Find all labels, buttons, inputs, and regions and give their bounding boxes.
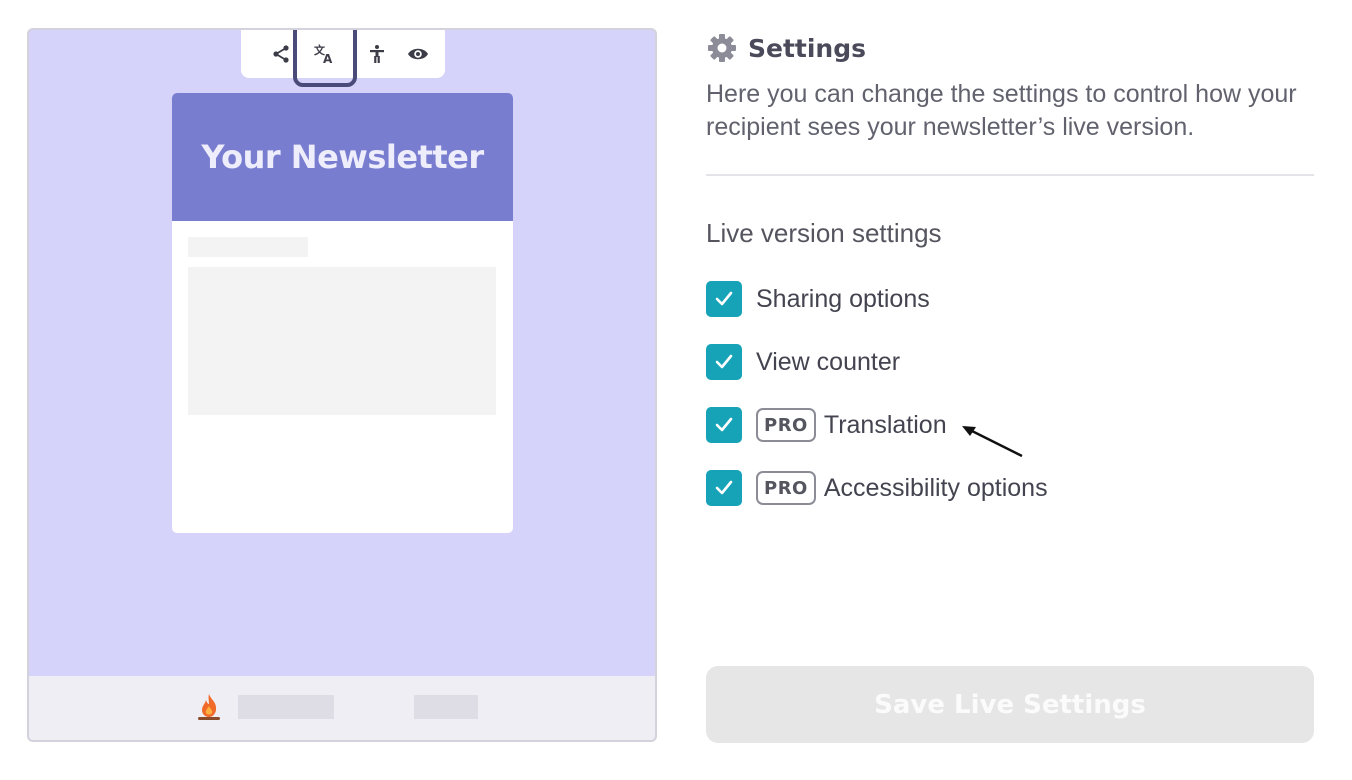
live-toolbar: 文 A (241, 30, 445, 87)
option-label: Accessibility options (823, 473, 1048, 502)
option-label: Translation (823, 410, 947, 439)
pro-badge: PRO (756, 408, 816, 442)
settings-title: Settings (748, 33, 867, 63)
checkbox-accessibility[interactable] (706, 470, 742, 506)
accessibility-button[interactable] (357, 30, 397, 78)
preview-footer (29, 676, 655, 740)
option-label: Sharing options (756, 284, 930, 313)
footer-placeholder (414, 695, 478, 719)
svg-text:A: A (323, 52, 333, 65)
section-title: Live version settings (706, 218, 942, 248)
option-label: View counter (756, 347, 901, 376)
save-live-settings-button[interactable]: Save Live Settings (706, 666, 1314, 743)
option-sharing[interactable]: Sharing options (706, 281, 930, 317)
checkbox-view-counter[interactable] (706, 344, 742, 380)
settings-description: Here you can change the settings to cont… (706, 80, 1297, 141)
checkbox-translation[interactable] (706, 407, 742, 443)
accessibility-icon (370, 45, 384, 63)
share-icon (273, 45, 289, 63)
option-accessibility[interactable]: PRO Accessibility options (706, 470, 1048, 506)
settings-header: Settings (706, 32, 866, 64)
newsletter-header: Your Newsletter (172, 93, 513, 221)
check-icon (715, 417, 733, 432)
fire-icon (198, 694, 220, 720)
option-view-counter[interactable]: View counter (706, 344, 900, 380)
placeholder-line (188, 237, 308, 257)
gear-icon (708, 34, 736, 62)
check-icon (715, 291, 733, 306)
checkbox-sharing[interactable] (706, 281, 742, 317)
view-counter-button[interactable] (398, 30, 438, 78)
placeholder-block (188, 267, 496, 415)
option-translation[interactable]: PRO Translation (706, 407, 947, 443)
check-icon (715, 480, 733, 495)
translate-button[interactable]: 文 A (293, 30, 357, 87)
footer-placeholder (238, 695, 334, 719)
pro-badge: PRO (756, 471, 816, 505)
newsletter-title: Your Newsletter (201, 138, 484, 176)
eye-icon (408, 48, 428, 60)
live-preview-panel: 文 A Your Newsletter (27, 28, 657, 742)
newsletter-card: Your Newsletter (172, 93, 513, 533)
divider (706, 174, 1314, 176)
arrow-annotation-icon (962, 426, 1023, 458)
translate-icon: 文 A (314, 43, 333, 65)
check-icon (715, 354, 733, 369)
